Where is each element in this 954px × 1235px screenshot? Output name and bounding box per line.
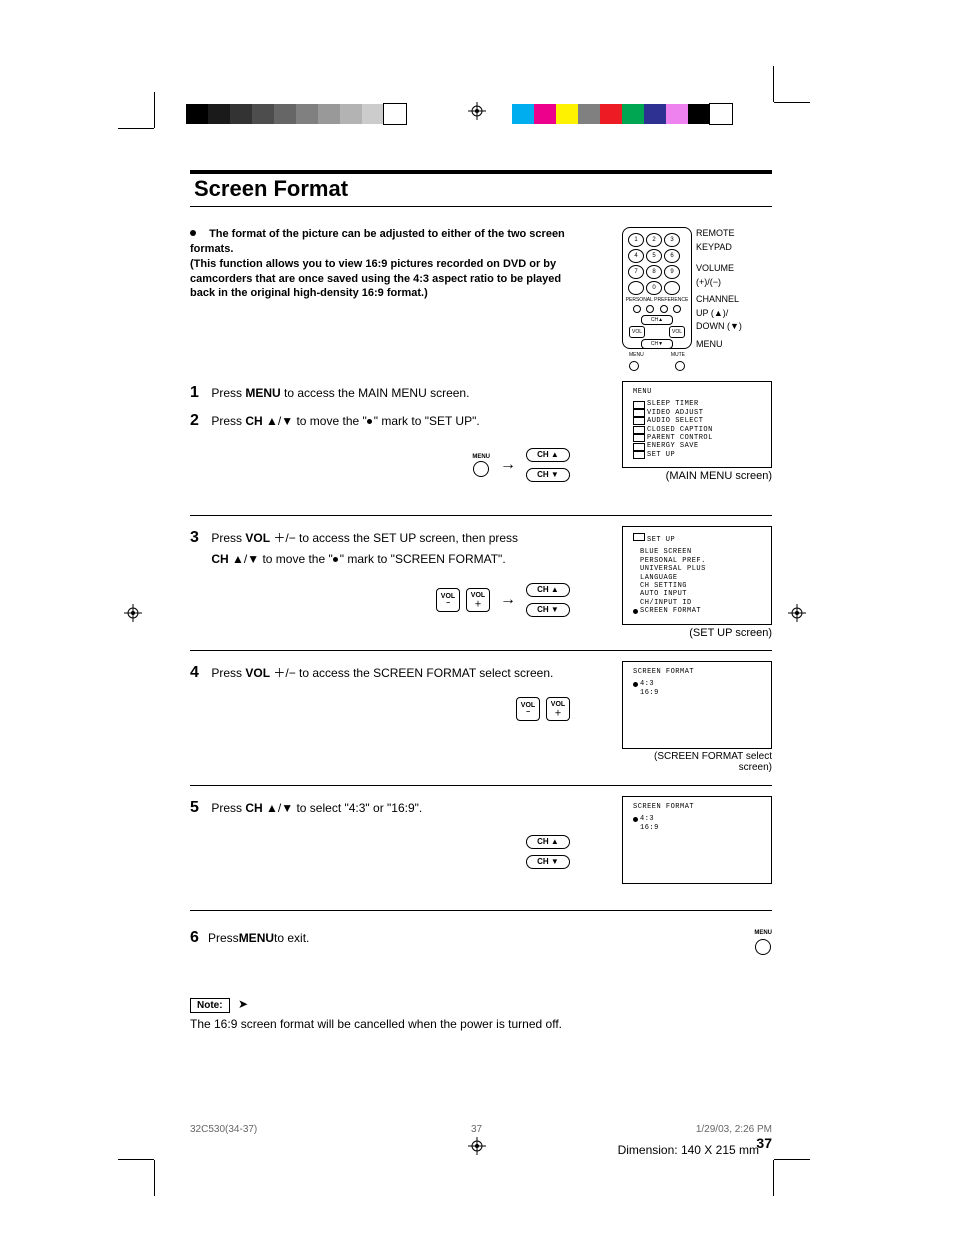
intro-text: The format of the picture can be adjuste… (190, 227, 570, 351)
crop-mark (774, 1159, 810, 1160)
remote-ch-up: CH▲ (641, 315, 673, 325)
dot-mark-icon (333, 557, 338, 562)
crop-mark (118, 128, 154, 129)
dot-mark-icon (367, 419, 372, 424)
step-number: 1 (190, 381, 208, 405)
main-menu-screen: MENUSLEEP TIMERVIDEO ADJUSTAUDIO SELECTC… (622, 381, 772, 468)
step-4-text-b: ＋/− to access the SCREEN FORMAT select s… (270, 666, 553, 680)
step-5-text-b: ▲/▼ to select "4:3" or "16:9". (263, 801, 423, 815)
crop-mark (154, 92, 155, 128)
ch-up-button-icon: CH ▲ (526, 583, 570, 597)
grayscale-swatch-bar (186, 104, 406, 124)
registration-mark-icon (468, 102, 486, 120)
remote-label: KEYPAD (696, 241, 742, 255)
ch-down-button-icon: CH ▼ (526, 603, 570, 617)
vol-plus-button-icon: VOL＋ (466, 588, 490, 612)
setup-screen: SET UPBLUE SCREENPERSONAL PREF.UNIVERSAL… (622, 526, 772, 625)
screen-caption: (SET UP screen) (622, 627, 772, 639)
step-3-text-d: ▲/▼ to move the " (229, 552, 333, 566)
step-2-text-c: " mark to "SET UP". (374, 414, 480, 428)
crop-mark (774, 102, 810, 103)
remote-label: UP (▲)/ (696, 307, 742, 321)
dimension-text: Dimension: 140 X 215 mm (618, 1143, 759, 1157)
ch-up-button-icon: CH ▲ (526, 835, 570, 849)
step-4-text: Press (211, 666, 245, 680)
vol-minus-button-icon: VOL− (516, 697, 540, 721)
step-2-text-b: ▲/▼ to move the " (263, 414, 367, 428)
remote-label: (+)/(−) (696, 276, 742, 290)
remote-label: REMOTE (696, 227, 742, 241)
remote-menu-label: MENU (629, 352, 644, 358)
remote-keypad: 1234567890 (627, 232, 687, 296)
intro-line-1: The format of the picture can be adjuste… (190, 228, 565, 255)
remote-pp-label: PERSONAL PREFERENCE (623, 297, 691, 303)
vol-minus-button-icon: VOL− (436, 588, 460, 612)
step-5-text: Press (211, 801, 245, 815)
screen-format-screen-2: SCREEN FORMAT4:316:9 (622, 796, 772, 884)
ch-down-button-icon: CH ▼ (526, 468, 570, 482)
registration-mark-icon (124, 604, 142, 622)
step-1-text: Press (211, 386, 245, 400)
screen-caption: (SCREEN FORMAT select screen) (622, 751, 772, 773)
note-arrow-icon: ➤ (238, 997, 248, 1011)
page-title: Screen Format (194, 176, 772, 202)
arrow-icon: → (500, 456, 516, 474)
footer-mid: 37 (257, 1124, 696, 1135)
step-2-text: Press (211, 414, 245, 428)
step-4-bold: VOL (245, 666, 270, 680)
remote-vol-plus: VOL (669, 326, 685, 338)
crop-mark (773, 66, 774, 102)
ch-down-button-icon: CH ▼ (526, 855, 570, 869)
step-2-bold: CH (245, 414, 262, 428)
step-5-bold: CH (245, 801, 262, 815)
step-number: 5 (190, 796, 208, 820)
intro-line-2: (This function allows you to view 16:9 p… (190, 258, 561, 300)
remote-label: MENU (696, 338, 742, 352)
arrow-icon: → (500, 591, 516, 609)
note-label: Note: (190, 998, 230, 1013)
step-3-text-e: " mark to "SCREEN FORMAT". (340, 552, 506, 566)
footer-right: 1/29/03, 2:26 PM (696, 1124, 772, 1135)
note-text: The 16:9 screen format will be cancelled… (190, 1017, 772, 1031)
registration-mark-icon (788, 604, 806, 622)
step-number: 6 (190, 926, 208, 950)
crop-mark (118, 1159, 154, 1160)
step-3-bold: VOL (245, 531, 270, 545)
registration-mark-icon (468, 1137, 486, 1155)
menu-button-icon: MENU (754, 929, 772, 955)
step-6-bold: MENU (239, 929, 274, 947)
step-1-text-b: to access the MAIN MENU screen. (281, 386, 470, 400)
remote-label: VOLUME (696, 262, 742, 276)
remote-mute-label: MUTE (671, 352, 685, 358)
step-6-text: Press (208, 929, 239, 947)
remote-ch-dn: CH▼ (641, 339, 673, 349)
print-footer: 32C530(34-37) 37 1/29/03, 2:26 PM (190, 1124, 772, 1135)
remote-label: CHANNEL (696, 293, 742, 307)
screen-format-screen: SCREEN FORMAT4:316:9 (622, 661, 772, 749)
color-swatch-bar (512, 104, 732, 124)
footer-left: 32C530(34-37) (190, 1124, 257, 1135)
remote-diagram: 1234567890 PERSONAL PREFERENCE CH▲ VOL V… (622, 227, 772, 351)
ch-up-button-icon: CH ▲ (526, 448, 570, 462)
screen-caption: (MAIN MENU screen) (622, 470, 772, 482)
crop-mark (154, 1160, 155, 1196)
vol-plus-button-icon: VOL＋ (546, 697, 570, 721)
step-1-bold: MENU (245, 386, 280, 400)
step-3-text: Press (211, 531, 245, 545)
step-number: 2 (190, 409, 208, 433)
menu-button-icon: MENU (472, 454, 490, 477)
step-6-text-b: to exit. (274, 929, 309, 947)
section-title-bar: Screen Format (190, 170, 772, 207)
crop-mark (773, 1160, 774, 1196)
step-number: 3 (190, 526, 208, 550)
remote-vol-minus: VOL (629, 326, 645, 338)
step-3-bold-c: CH (211, 552, 228, 566)
step-3-text-b: ＋/− to access the SET UP screen, then pr… (270, 531, 518, 545)
bullet-icon (190, 230, 196, 236)
remote-label: DOWN (▼) (696, 320, 742, 334)
step-number: 4 (190, 661, 208, 685)
